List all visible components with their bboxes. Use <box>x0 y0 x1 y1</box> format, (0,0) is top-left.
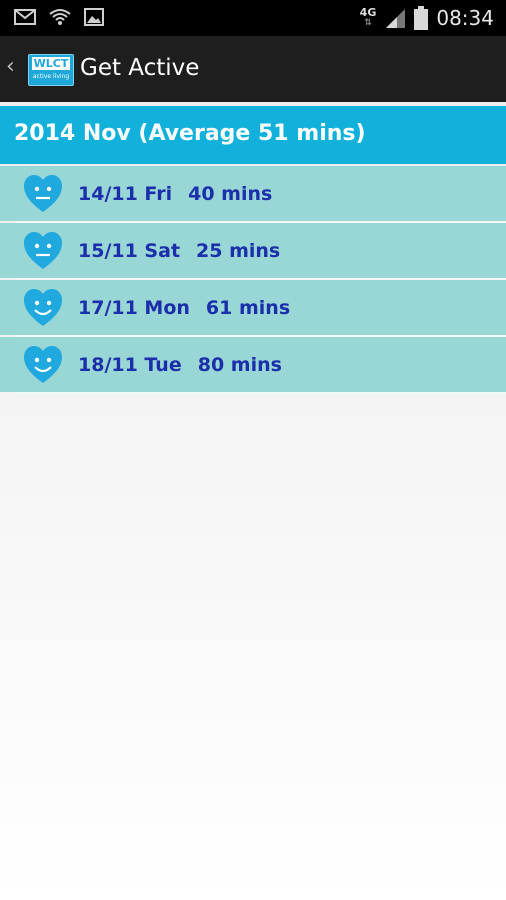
activity-row-text: 14/11 Fri 40 mins <box>78 183 272 205</box>
smiling-heart-face-icon <box>24 289 62 326</box>
row-divider <box>16 392 506 394</box>
activity-row-text: 17/11 Mon 61 mins <box>78 297 290 319</box>
notification-icons <box>14 8 104 26</box>
system-status: 4G ⇅ 08:34 <box>360 2 494 34</box>
logo-text: WLCT <box>32 57 70 70</box>
network-type: 4G <box>359 6 377 19</box>
neutral-heart-face-icon <box>24 232 62 269</box>
month-summary-header[interactable]: 2014 Nov (Average 51 mins) <box>0 106 506 164</box>
back-chevron-icon[interactable]: ‹ <box>6 54 15 79</box>
month-summary-text: 2014 Nov (Average 51 mins) <box>14 121 366 146</box>
status-bar: 4G ⇅ 08:34 <box>0 0 506 36</box>
activity-row-text: 18/11 Tue 80 mins <box>78 354 282 376</box>
clock: 08:34 <box>436 6 494 30</box>
activity-duration: 80 mins <box>197 354 282 376</box>
image-icon <box>84 8 104 26</box>
signal-icon <box>386 9 406 28</box>
battery-icon <box>414 6 429 30</box>
activity-duration: 40 mins <box>188 183 273 205</box>
data-arrows-icon: ⇅ <box>364 18 372 28</box>
activity-date: 14/11 Fri <box>78 183 173 205</box>
network-indicator: 4G ⇅ <box>359 6 377 28</box>
page-title: Get Active <box>80 55 200 81</box>
wifi-icon <box>49 9 71 25</box>
activity-row[interactable]: 15/11 Sat 25 mins <box>0 223 506 280</box>
activity-duration: 25 mins <box>196 240 281 262</box>
mail-icon <box>14 9 36 25</box>
activity-duration: 61 mins <box>205 297 291 319</box>
activity-date: 17/11 Mon <box>78 297 190 319</box>
activity-date: 15/11 Sat <box>78 240 181 262</box>
logo-subtext: active living <box>32 73 70 80</box>
activity-row[interactable]: 14/11 Fri 40 mins <box>0 166 506 223</box>
activity-row-text: 15/11 Sat 25 mins <box>78 240 280 262</box>
neutral-heart-face-icon <box>24 175 62 212</box>
action-bar: ‹ WLCT active living Get Active <box>0 36 506 102</box>
smiling-heart-face-icon <box>24 346 62 383</box>
activity-row[interactable]: 17/11 Mon 61 mins <box>0 280 506 337</box>
activity-date: 18/11 Tue <box>78 354 182 376</box>
activity-row[interactable]: 18/11 Tue 80 mins <box>0 337 506 394</box>
app-logo[interactable]: WLCT active living <box>28 54 74 86</box>
